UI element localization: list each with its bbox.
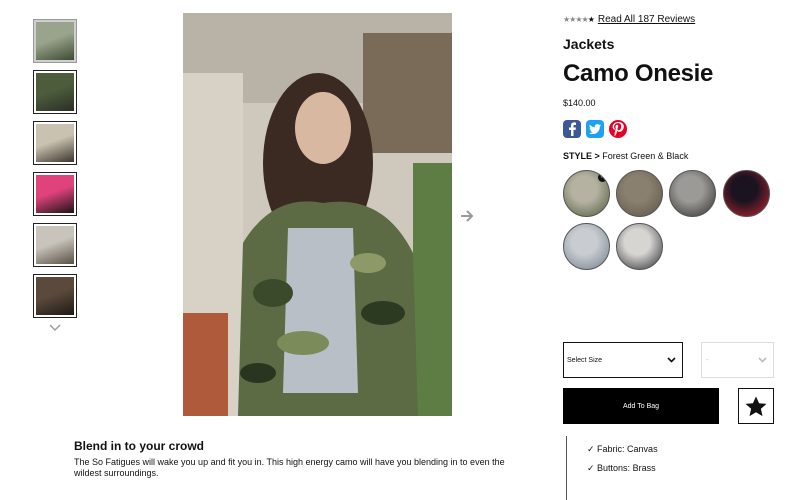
- feature-list: ✓ Fabric: Canvas ✓ Buttons: Brass: [566, 436, 658, 500]
- facebook-icon[interactable]: [563, 120, 581, 138]
- chevron-down-icon: [758, 357, 767, 363]
- thumbnail-2[interactable]: [33, 70, 77, 114]
- description-title: Blend in to your crowd: [74, 439, 205, 453]
- thumbnail-4[interactable]: [33, 172, 77, 216]
- size-select-value: Select Size: [567, 356, 603, 364]
- quantity-select-value: -: [706, 356, 709, 364]
- product-category: Jackets: [563, 36, 615, 52]
- thumbnail-3[interactable]: [33, 121, 77, 165]
- description-text: The So Fatigues will wake you up and fit…: [74, 457, 505, 478]
- swatch-swatch-2[interactable]: [616, 170, 663, 217]
- wishlist-button[interactable]: [738, 388, 774, 424]
- read-reviews-link[interactable]: Read All 187 Reviews: [598, 14, 695, 25]
- next-image-arrow-icon[interactable]: [459, 208, 475, 224]
- product-main-image: [183, 13, 452, 416]
- quantity-select[interactable]: -: [701, 342, 774, 378]
- thumbnail-image: [36, 73, 74, 111]
- thumbnail-image: [36, 124, 74, 162]
- swatch-swatch-4[interactable]: [723, 170, 770, 217]
- twitter-icon[interactable]: [586, 120, 604, 138]
- feature-item: ✓ Buttons: Brass: [587, 463, 656, 473]
- size-select[interactable]: Select Size: [563, 342, 683, 378]
- thumbnail-image: [36, 175, 74, 213]
- thumbnail-image: [36, 22, 74, 60]
- chevron-down-icon: [667, 357, 676, 363]
- thumbnail-5[interactable]: [33, 223, 77, 267]
- swatch-swatch-6[interactable]: [616, 223, 663, 270]
- swatch-swatch-3[interactable]: [669, 170, 716, 217]
- social-share: [563, 120, 627, 138]
- rating-stars: ★★★★★: [563, 15, 595, 24]
- pinterest-icon[interactable]: [609, 120, 627, 138]
- thumbnail-1[interactable]: [33, 19, 77, 63]
- rating-row: ★★★★★ Read All 187 Reviews: [563, 14, 695, 25]
- style-label-row: STYLE > Forest Green & Black: [563, 151, 688, 161]
- swatch-swatch-5[interactable]: [563, 223, 610, 270]
- star-icon: ★: [587, 15, 595, 24]
- product-price: $140.00: [563, 98, 596, 108]
- thumbnail-6[interactable]: [33, 274, 77, 318]
- style-label: STYLE >: [563, 151, 600, 161]
- thumbnail-image: [36, 277, 74, 315]
- star-icon: [745, 396, 767, 416]
- thumbnail-image: [36, 226, 74, 264]
- feature-item: ✓ Fabric: Canvas: [587, 444, 658, 454]
- product-title: Camo Onesie: [563, 60, 714, 87]
- checkmark-icon: ✓: [598, 173, 607, 182]
- add-to-bag-button[interactable]: Add To Bag: [563, 388, 719, 424]
- thumbnail-list: [33, 19, 77, 325]
- swatch-forest-green-black[interactable]: ✓: [563, 170, 610, 217]
- chevron-down-icon[interactable]: [49, 323, 61, 333]
- style-value: Forest Green & Black: [602, 151, 689, 161]
